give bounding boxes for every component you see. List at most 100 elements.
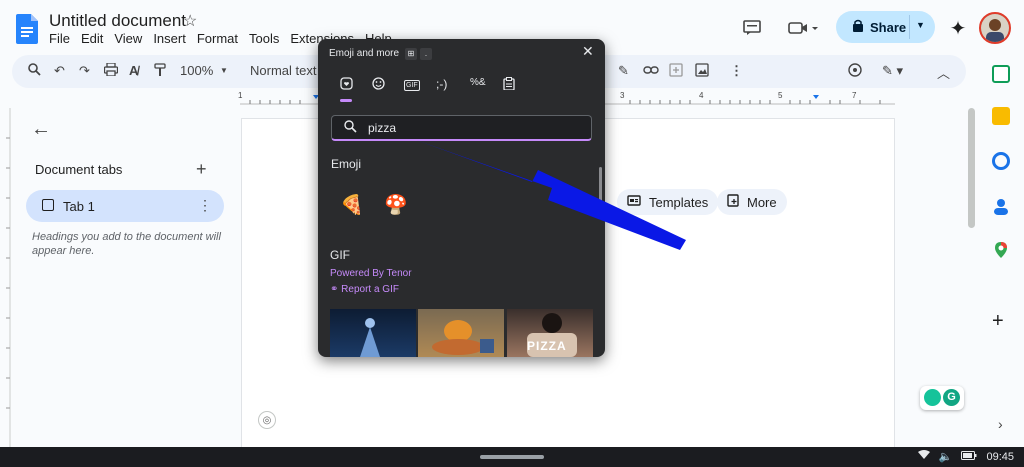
ruler-tick-label: 1 [238,91,243,100]
more-label: More [747,194,777,210]
docs-logo-icon[interactable] [16,14,38,44]
more-doc-icon [727,194,739,210]
print-icon[interactable] [103,62,119,79]
active-tab-indicator [340,99,352,102]
tab-item-tab1[interactable]: Tab 1 ⋮ [26,190,224,222]
link-icon[interactable] [643,63,659,78]
grammarly-widget[interactable]: G [920,386,964,410]
menu-tools[interactable]: Tools [249,31,279,46]
undo-icon[interactable]: ↶ [54,63,65,79]
link-icon: ⚭ [330,284,342,295]
contacts-icon[interactable] [992,197,1010,215]
system-status-area[interactable]: 🔈 09:45 [917,450,1014,463]
add-comment-icon[interactable] [669,63,683,80]
headings-hint: Headings you add to the document will ap… [32,231,221,257]
emoji-search-input[interactable] [368,121,568,135]
powered-by-tenor: Powered By Tenor [330,268,412,279]
meet-icon[interactable] [786,16,820,40]
menu-view[interactable]: View [114,31,142,46]
keyboard-shortcut-badge: ⊞. [405,48,432,60]
insert-image-icon[interactable] [695,63,709,80]
clock: 09:45 [986,450,1014,463]
mushroom-emoji[interactable]: 🍄 [384,193,408,217]
tab-clipboard-icon[interactable] [503,77,515,93]
document-tabs-title: Document tabs [35,162,123,177]
gif-thumbnail[interactable] [418,309,504,357]
ruler-tick-label: 5 [778,91,783,100]
style-select[interactable]: Normal text [250,63,316,78]
share-button[interactable]: Share ▼ [836,11,935,43]
collapse-toolbar-icon[interactable]: ︿ [937,63,950,82]
templates-chip[interactable]: Templates [617,189,719,215]
templates-label: Templates [649,194,709,210]
grammarly-tip-icon [924,389,941,406]
picker-title: Emoji and more [329,48,400,59]
document-icon [42,199,54,211]
emoji-search-box[interactable] [331,115,592,141]
pen-mode-icon[interactable]: ✎ ▾ [882,63,903,79]
ruler-tick-label: 7 [852,91,857,100]
keep-icon[interactable] [992,107,1010,125]
fingerprint-icon[interactable]: ◎ [258,411,276,429]
zoom-select[interactable]: 100% [180,63,213,78]
tab-emoticon-icon[interactable]: ;-) [436,77,447,91]
gif-thumbnail[interactable]: PIZZA [507,309,593,357]
tab-symbols-icon[interactable]: %& [470,77,486,88]
gif-thumbnail[interactable] [330,309,416,357]
more-chip[interactable]: More [717,189,787,215]
tab-smiley-icon[interactable] [372,77,385,93]
redo-icon[interactable]: ↷ [79,63,90,79]
close-icon[interactable]: ✕ [582,43,594,60]
picker-scrollbar[interactable] [599,167,602,207]
ruler-tick-label: 3 [620,91,625,100]
sheets-icon[interactable] [992,65,1010,83]
menu-edit[interactable]: Edit [81,31,103,46]
shelf-handle[interactable] [480,455,544,459]
menu-insert[interactable]: Insert [153,31,186,46]
grammarly-g-icon: G [943,389,960,406]
gif-caption: PIZZA [527,339,567,353]
editing-mode-icon[interactable] [848,63,862,80]
ruler-tick-label: 4 [699,91,704,100]
emoji-picker-panel: Emoji and more ⊞. ✕ GIF ;-) %& Emoji 🍕 🍄… [318,39,605,357]
volume-icon: 🔈 [938,451,953,463]
emoji-section-heading: Emoji [331,157,362,171]
tab-favorites-heart-emoji-icon[interactable] [340,77,353,93]
add-app-icon[interactable]: + [992,311,1010,331]
tab-label: Tab 1 [63,199,95,214]
avatar[interactable] [979,12,1011,44]
back-arrow-icon[interactable]: ← [31,118,51,141]
templates-icon [627,195,641,209]
report-gif-label: Report a GIF [341,284,399,295]
menu-format[interactable]: Format [197,31,238,46]
battery-icon [961,450,977,463]
tab-menu-icon[interactable]: ⋮ [198,197,212,214]
share-label: Share [870,19,907,35]
add-tab-icon[interactable]: + [196,159,207,180]
gif-section-heading: GIF [330,248,350,262]
maps-icon[interactable] [992,241,1010,259]
vertical-ruler [0,108,12,448]
star-icon[interactable]: ☆ [183,11,197,31]
more-options-icon[interactable]: ⋮ [730,63,743,79]
tasks-icon[interactable] [992,152,1010,170]
paint-format-icon[interactable] [154,63,166,80]
side-rail: + [986,55,1024,450]
gemini-sparkle-icon[interactable]: ✦ [946,16,970,40]
pizza-emoji[interactable]: 🍕 [340,193,364,217]
report-gif-link[interactable]: ⚭ Report a GIF [330,284,399,295]
search-icon [344,120,357,136]
comment-history-icon[interactable] [740,16,764,40]
zoom-dropdown-icon[interactable]: ▼ [220,66,228,75]
highlight-pen-icon[interactable]: ✎ [618,63,629,79]
share-dropdown-icon[interactable]: ▼ [916,20,925,30]
spellcheck-icon[interactable]: A̸ [129,63,138,78]
document-title[interactable]: Untitled document [49,11,186,31]
tab-gif-icon[interactable]: GIF [404,80,420,91]
lock-icon [852,19,864,35]
expand-rail-icon[interactable]: › [998,416,1003,432]
menu-file[interactable]: File [49,31,70,46]
scrollbar[interactable] [968,108,975,228]
wifi-icon [917,450,930,463]
search-menus-icon[interactable] [28,63,41,79]
